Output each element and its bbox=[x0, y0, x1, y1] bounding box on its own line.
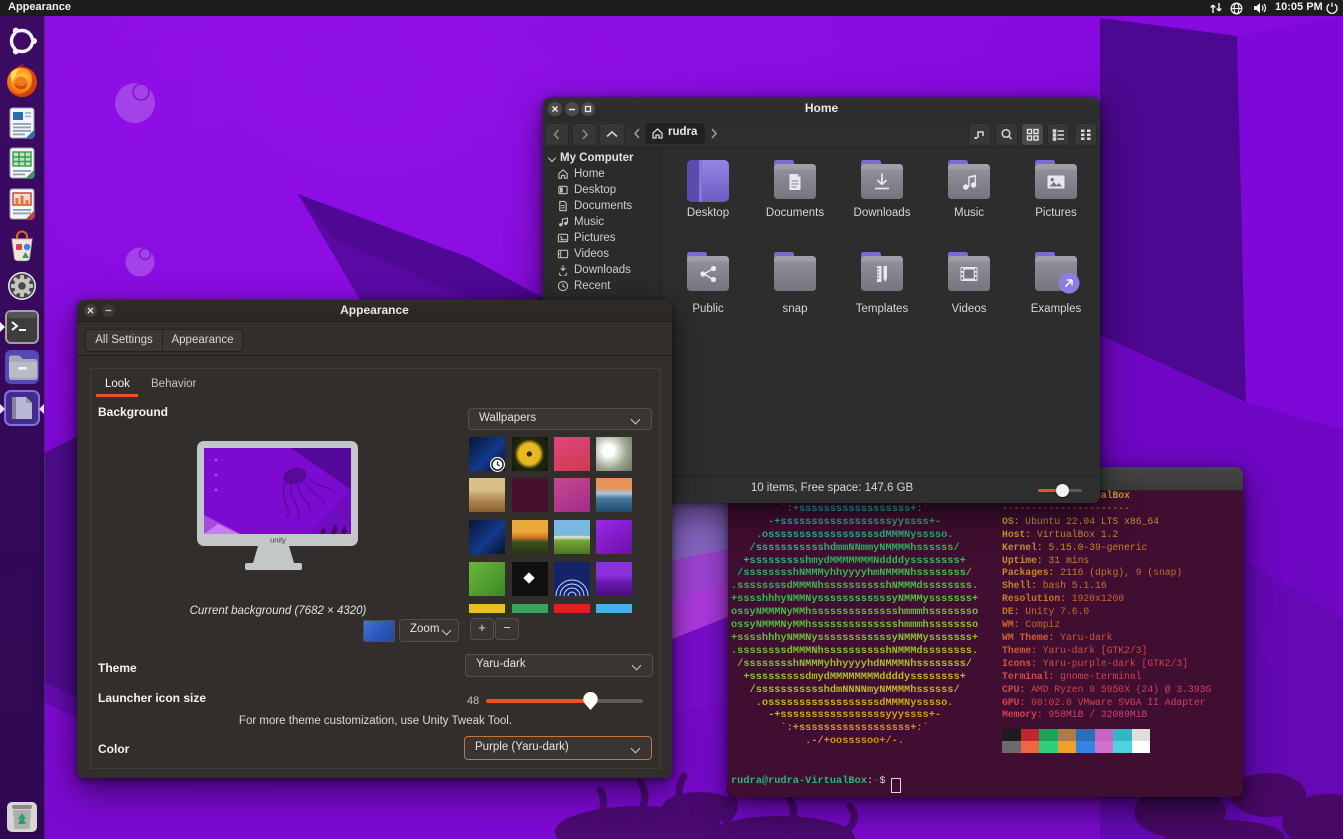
svg-text:unity: unity bbox=[270, 536, 286, 545]
